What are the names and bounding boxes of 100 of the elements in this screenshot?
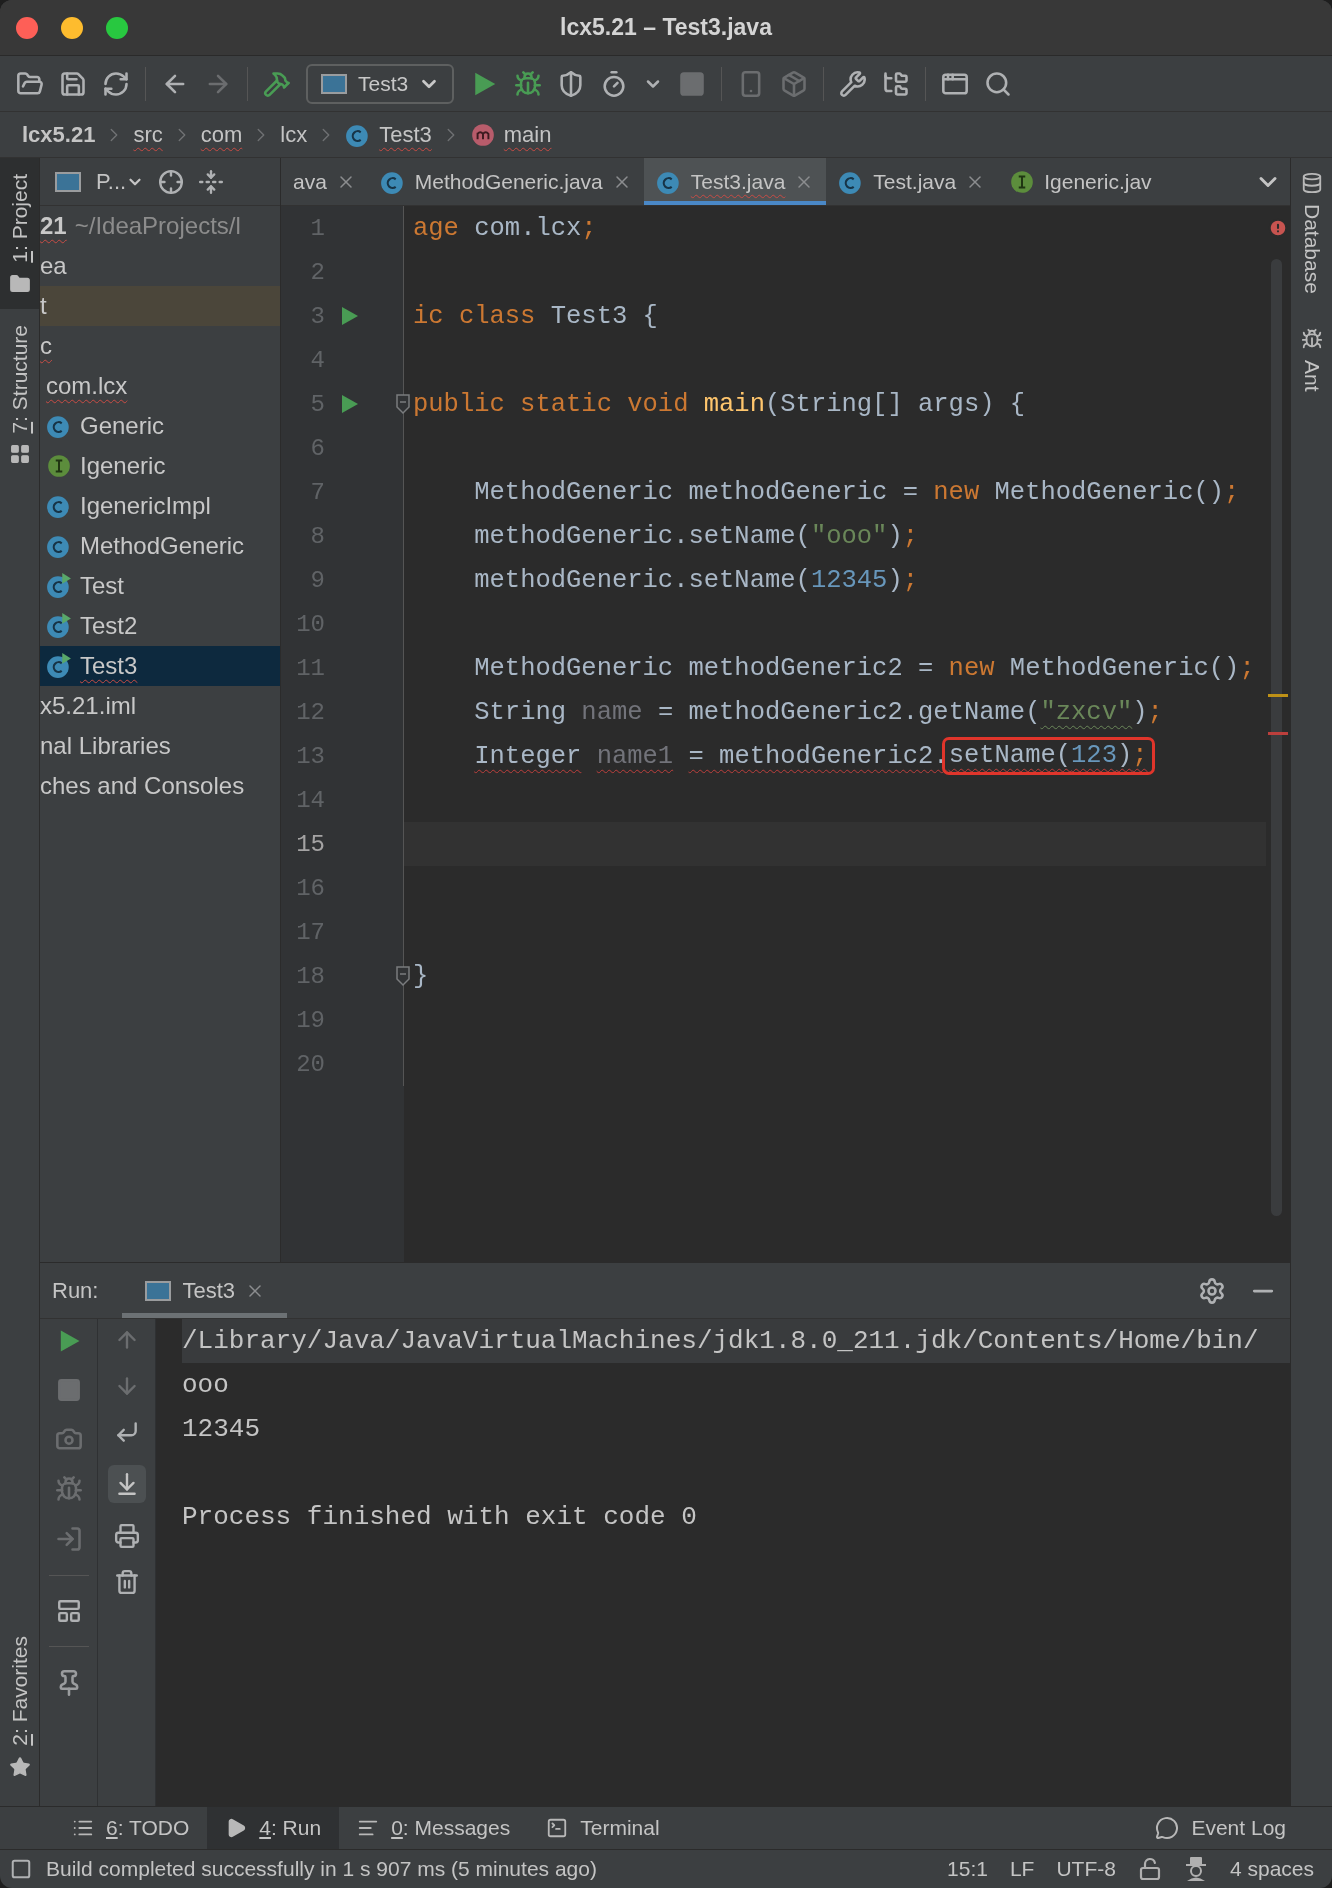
search-icon[interactable]	[984, 69, 1013, 98]
status-message: Build completed successfully in 1 s 907 ms (5 minutes ago)	[46, 1857, 597, 1881]
tree-item[interactable]: Test3	[80, 652, 138, 680]
editor-tab[interactable]: MethodGeneric.java	[367, 158, 644, 205]
tool-window-button[interactable]: Ant	[1291, 311, 1332, 408]
locate-icon[interactable]	[158, 168, 185, 195]
collapse-icon[interactable]	[198, 168, 225, 195]
project-structure-icon[interactable]	[882, 69, 911, 98]
zoom-window-button[interactable]	[106, 16, 128, 39]
tree-item[interactable]: MethodGeneric	[80, 532, 245, 560]
debug-icon[interactable]	[514, 69, 543, 98]
sync-icon[interactable]	[102, 69, 130, 98]
tree-item[interactable]: c	[40, 332, 52, 360]
settings-icon[interactable]	[1198, 1276, 1226, 1305]
camera-icon[interactable]	[54, 1425, 83, 1453]
tree-item[interactable]: IgenericImpl	[80, 492, 211, 520]
login-icon[interactable]	[54, 1525, 83, 1553]
tree-item[interactable]: x5.21.iml	[40, 692, 137, 720]
stop-icon[interactable]	[678, 69, 707, 98]
view-selector[interactable]: P...	[96, 168, 145, 195]
interface-icon	[46, 453, 72, 479]
trash-icon[interactable]	[113, 1569, 140, 1595]
code-line: age com.lcx;	[413, 213, 597, 243]
runnable-class-icon	[46, 613, 72, 639]
tool-window-button[interactable]: Database	[1291, 158, 1332, 312]
method-icon	[469, 121, 496, 148]
highlighted-code: setName(123);	[941, 737, 1155, 775]
line-number: 15	[295, 830, 325, 858]
print-icon[interactable]	[113, 1523, 140, 1549]
window-toggle-icon[interactable]	[10, 1858, 32, 1880]
breadcrumb-item[interactable]: src	[133, 121, 163, 148]
minimize-window-button[interactable]	[61, 16, 83, 39]
cursor-position[interactable]: 15:1	[947, 1857, 988, 1881]
structure-icon	[8, 443, 31, 466]
window-icon	[144, 1278, 173, 1303]
selected-tree-row[interactable]: Test3	[40, 646, 280, 686]
fold-icon[interactable]	[395, 965, 411, 987]
warning-marker[interactable]	[1268, 694, 1288, 697]
tree-item[interactable]: Test	[80, 572, 124, 600]
tool-window-button[interactable]: 7: Structure	[0, 308, 39, 480]
bug-icon	[1300, 327, 1323, 350]
editor-tab[interactable]: ava	[281, 158, 368, 205]
editor-tab[interactable]: Test.java	[826, 158, 998, 205]
run-configuration-dropdown[interactable]: Test3	[306, 63, 455, 104]
editor-tab[interactable]: Test3.java	[643, 158, 827, 205]
bug-icon[interactable]	[54, 1475, 83, 1503]
tree-item[interactable]: 21	[40, 212, 67, 240]
breadcrumb-item[interactable]: lcx5.21	[22, 121, 96, 148]
tree-item[interactable]: ches and Consoles	[40, 772, 245, 800]
tool-window-button[interactable]: 2: Favorites	[0, 1624, 39, 1806]
tree-item[interactable]: com.lcx	[46, 372, 128, 400]
event-log-button[interactable]: Event Log	[1137, 1807, 1332, 1849]
inspector-icon[interactable]	[1183, 1856, 1208, 1882]
stop-icon[interactable]	[55, 1377, 82, 1403]
error-marker[interactable]	[1268, 732, 1288, 735]
line-separator[interactable]: LF	[1009, 1857, 1035, 1881]
tree-item[interactable]: Generic	[80, 412, 165, 440]
fold-icon[interactable]	[395, 393, 411, 415]
panel-icon	[54, 169, 82, 194]
build-icon[interactable]	[263, 69, 291, 98]
tool-window-tab[interactable]: 0: Messages	[339, 1807, 529, 1849]
breadcrumb-item[interactable]: lcx	[280, 121, 308, 148]
code-line: methodGeneric.setName(12345);	[473, 565, 918, 595]
code-line: }	[413, 961, 429, 991]
settings-icon[interactable]	[839, 69, 868, 98]
star-icon	[8, 1756, 31, 1778]
console-output: ooo	[182, 1369, 230, 1402]
layout-icon[interactable]	[55, 1598, 82, 1624]
close-window-button[interactable]	[16, 16, 38, 39]
terminal-icon	[546, 1817, 569, 1839]
runnable-class-icon	[46, 573, 72, 599]
error-icon[interactable]	[1268, 218, 1288, 238]
tree-item[interactable]: nal Libraries	[40, 732, 171, 760]
breadcrumb-item[interactable]: com	[200, 121, 243, 148]
scrollbar-thumb[interactable]	[1271, 259, 1282, 1216]
editor-tab[interactable]: Igeneric.jav	[997, 158, 1164, 205]
database-icon	[1300, 172, 1323, 194]
tree-item[interactable]: Test2	[80, 612, 138, 640]
tool-window-tab[interactable]: 6: TODO	[54, 1807, 208, 1849]
indent-setting[interactable]: 4 spaces	[1229, 1857, 1314, 1881]
speech-bubble-icon	[1155, 1816, 1180, 1840]
tree-item[interactable]: Igeneric	[80, 452, 166, 480]
open-folder-icon[interactable]	[16, 69, 44, 98]
run-tab[interactable]: Test3	[122, 1263, 288, 1318]
tool-window-button[interactable]: 1: Project	[0, 158, 39, 309]
tool-window-tab[interactable]: 4: Run	[207, 1807, 340, 1849]
save-icon[interactable]	[59, 69, 87, 98]
tree-item[interactable]: ea	[40, 252, 67, 280]
code-line: ic class Test3 {	[413, 301, 658, 331]
toggle-button[interactable]	[107, 1465, 146, 1503]
run-label: Run:	[52, 1276, 99, 1305]
tree-item[interactable]: t	[40, 292, 47, 320]
highlighted-tree-row[interactable]: t	[40, 286, 280, 326]
tool-window-tab[interactable]: Terminal	[528, 1807, 678, 1849]
package-icon[interactable]	[780, 69, 809, 98]
breadcrumb-item[interactable]: main	[503, 121, 552, 148]
folder-icon	[8, 272, 31, 295]
file-encoding[interactable]: UTF-8	[1056, 1857, 1116, 1881]
breadcrumb-item[interactable]: Test3	[379, 121, 432, 148]
unlock-icon[interactable]	[1137, 1857, 1162, 1881]
